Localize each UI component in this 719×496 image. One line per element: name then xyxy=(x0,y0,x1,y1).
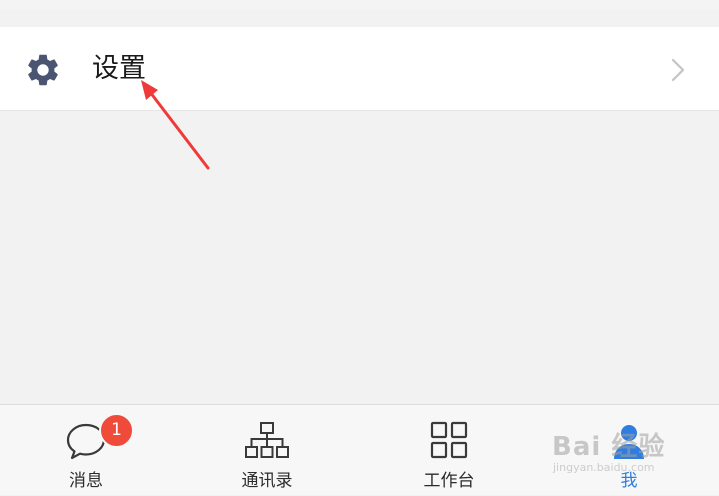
settings-row[interactable]: 设置 xyxy=(0,27,719,111)
settings-label: 设置 xyxy=(92,53,146,84)
org-chart-icon xyxy=(245,422,289,458)
watermark-logo: Bai 经验 xyxy=(552,432,666,462)
tab-messages[interactable]: 1 消息 xyxy=(26,405,146,496)
unread-badge: 1 xyxy=(99,413,134,448)
tab-contacts[interactable]: 通讯录 xyxy=(207,405,327,496)
top-strip xyxy=(0,0,719,10)
tab-label: 消息 xyxy=(69,471,103,491)
tab-label: 通讯录 xyxy=(241,471,293,491)
tab-workbench[interactable]: 工作台 xyxy=(389,405,509,496)
tab-label: 工作台 xyxy=(423,471,475,491)
chevron-right-icon xyxy=(671,58,685,82)
watermark-url: jingyan.baidu.com xyxy=(553,461,655,474)
gear-icon xyxy=(28,54,58,86)
grid-icon xyxy=(430,421,468,459)
